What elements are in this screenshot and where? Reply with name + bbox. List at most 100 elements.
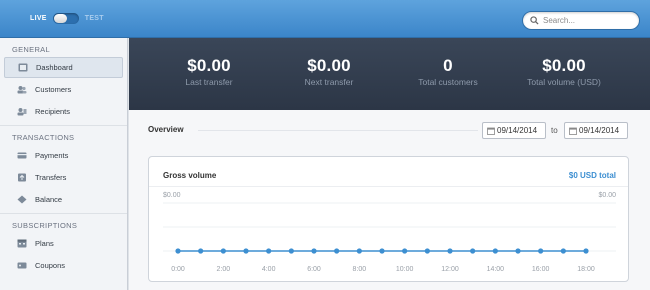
payments-icon	[16, 151, 27, 161]
search-box[interactable]	[522, 11, 640, 30]
stat-last-transfer: $0.00 Last transfer	[149, 56, 269, 87]
data-point[interactable]	[288, 248, 294, 254]
sidebar-item-transfers[interactable]: Transfers	[4, 167, 123, 188]
x-tick-label: 10:00	[396, 266, 414, 273]
stat-total-customers: 0 Total customers	[388, 56, 508, 87]
y-label-right: $0.00	[598, 192, 616, 199]
y-label-left: $0.00	[163, 192, 181, 199]
sidebar-item-customers[interactable]: Customers	[4, 79, 123, 100]
section-divider	[0, 213, 127, 214]
section-title-subscriptions: SUBSCRIPTIONS	[12, 221, 78, 230]
stat-value: $0.00	[307, 56, 351, 75]
x-tick-label: 14:00	[487, 266, 505, 273]
gross-volume-title: Gross volume	[163, 171, 217, 180]
gross-volume-total: $0 USD total	[568, 171, 616, 180]
customers-icon	[16, 85, 27, 95]
data-point[interactable]	[470, 248, 476, 254]
data-point[interactable]	[583, 248, 589, 254]
live-test-toggle[interactable]	[52, 13, 79, 24]
sidebar-item-payments[interactable]: Payments	[4, 145, 123, 166]
stat-value: 0	[443, 56, 453, 75]
search-icon	[530, 16, 539, 25]
date-from-field[interactable]: 09/14/2014	[482, 122, 546, 139]
sidebar-item-label: Recipients	[35, 107, 71, 116]
data-point[interactable]	[356, 248, 362, 254]
data-point[interactable]	[560, 248, 566, 254]
calendar-icon	[487, 127, 495, 135]
stat-label: Last transfer	[185, 77, 233, 87]
overview-title: Overview	[148, 125, 184, 134]
nav-subscriptions: Plans Coupons	[0, 233, 127, 276]
chart-x-ticks: 0:00 2:00 4:00 6:00 8:00 10:00 12:00 14:00 16:00…	[171, 266, 595, 273]
data-point[interactable]	[402, 248, 408, 254]
sidebar-item-label: Dashboard	[36, 63, 73, 72]
section-title-general: GENERAL	[12, 45, 50, 54]
transfers-icon	[16, 173, 27, 183]
chart-series	[175, 248, 589, 254]
date-to-value: 09/14/2014	[579, 126, 620, 135]
calendar-icon	[569, 127, 577, 135]
overview-panel: Overview 09/14/2014 to 09/14/2014 Gross …	[129, 110, 650, 290]
toggle-knob[interactable]	[53, 14, 67, 23]
data-point[interactable]	[198, 248, 204, 254]
sidebar: GENERAL Dashboard Customers Recipients T…	[0, 38, 128, 290]
data-point[interactable]	[515, 248, 521, 254]
x-tick-label: 2:00	[217, 266, 231, 273]
test-label: TEST	[84, 15, 104, 22]
stat-value: $0.00	[187, 56, 231, 75]
top-bar: LIVE TEST	[0, 0, 650, 38]
overview-rule	[198, 130, 478, 131]
data-point[interactable]	[266, 248, 272, 254]
sidebar-item-label: Transfers	[35, 173, 67, 182]
live-label: LIVE	[30, 15, 47, 22]
nav-transactions: Payments Transfers Balance	[0, 145, 127, 210]
sidebar-item-dashboard[interactable]: Dashboard	[4, 57, 123, 78]
plans-icon	[16, 239, 27, 249]
data-point[interactable]	[243, 248, 249, 254]
sidebar-item-plans[interactable]: Plans	[4, 233, 123, 254]
x-tick-label: 6:00	[307, 266, 321, 273]
stat-value: $0.00	[542, 56, 586, 75]
data-point[interactable]	[334, 248, 340, 254]
x-tick-label: 18:00	[577, 266, 595, 273]
recipients-icon	[16, 107, 27, 117]
nav-general: Dashboard Customers Recipients	[0, 57, 127, 122]
data-point[interactable]	[379, 248, 385, 254]
data-point[interactable]	[175, 248, 181, 254]
data-point[interactable]	[447, 248, 453, 254]
stat-next-transfer: $0.00 Next transfer	[269, 56, 389, 87]
chart-grid	[163, 202, 616, 252]
x-tick-label: 4:00	[262, 266, 276, 273]
stat-label: Total customers	[418, 77, 478, 87]
stat-total-volume: $0.00 Total volume (USD)	[504, 56, 624, 87]
stat-label: Total volume (USD)	[527, 77, 601, 87]
coupons-icon	[16, 261, 27, 271]
data-point[interactable]	[311, 248, 317, 254]
sidebar-item-label: Payments	[35, 151, 69, 160]
dashboard-icon	[17, 63, 28, 73]
stats-banner: $0.00 Last transfer $0.00 Next transfer …	[129, 38, 650, 110]
data-point[interactable]	[220, 248, 226, 254]
mode-switch[interactable]: LIVE TEST	[30, 13, 104, 24]
section-title-transactions: TRANSACTIONS	[12, 133, 75, 142]
sidebar-item-label: Customers	[35, 85, 72, 94]
search-input[interactable]	[543, 16, 633, 25]
sidebar-item-recipients[interactable]: Recipients	[4, 101, 123, 122]
x-tick-label: 12:00	[441, 266, 459, 273]
sidebar-item-coupons[interactable]: Coupons	[4, 255, 123, 276]
data-point[interactable]	[492, 248, 498, 254]
to-label: to	[551, 126, 558, 135]
gross-volume-chart: $0.00 $0.00 0:00 2:00 4:00 6:00 8:00 10:00 12:…	[163, 192, 616, 273]
sidebar-item-balance[interactable]: Balance	[4, 189, 123, 210]
x-tick-label: 8:00	[353, 266, 367, 273]
x-tick-label: 0:00	[171, 266, 185, 273]
sidebar-item-label: Plans	[35, 239, 54, 248]
data-point[interactable]	[538, 248, 544, 254]
x-tick-label: 16:00	[532, 266, 550, 273]
gross-volume-card: Gross volume $0 USD total $0.00 $0.00 0:…	[148, 156, 629, 282]
date-to-field[interactable]: 09/14/2014	[564, 122, 628, 139]
stat-label: Next transfer	[304, 77, 354, 87]
data-point[interactable]	[424, 248, 430, 254]
date-from-value: 09/14/2014	[497, 126, 538, 135]
section-divider	[0, 125, 127, 126]
